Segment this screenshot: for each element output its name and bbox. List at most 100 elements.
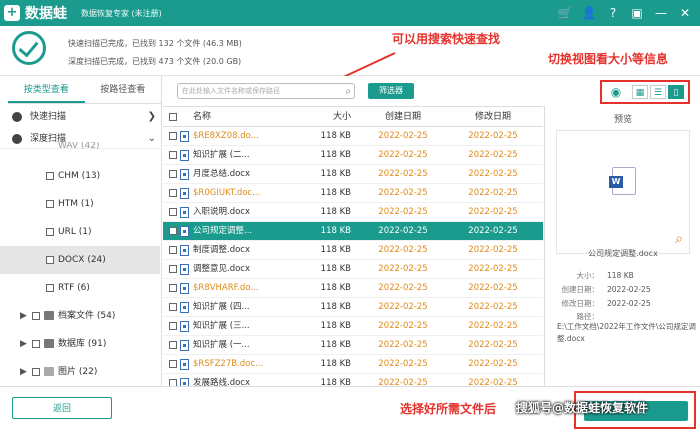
file-created: 2022-02-25 — [378, 131, 428, 141]
file-created: 2022-02-25 — [378, 340, 428, 350]
checkbox[interactable] — [46, 200, 54, 208]
expand-icon[interactable]: ▶ — [20, 330, 27, 358]
header-created[interactable]: 创建日期 — [363, 107, 443, 127]
row-checkbox[interactable] — [169, 336, 177, 355]
back-button[interactable]: 返回 — [12, 397, 112, 419]
header-name[interactable]: 名称 — [193, 107, 293, 127]
tree-quick-scan[interactable]: 快速扫描 ❯ — [0, 107, 162, 127]
table-row[interactable]: $R0GIUKT.doc... 118 KB 2022-02-25 2022-02-2… — [163, 184, 543, 203]
table-row[interactable]: 知识扩展 (二... 118 KB 2022-02-25 2022-02-25 — [163, 146, 543, 165]
folder-database[interactable]: ▶ 数据库 (91) — [0, 330, 160, 358]
docx-file-icon — [180, 131, 189, 142]
row-checkbox[interactable] — [169, 203, 177, 222]
table-row[interactable]: $RE8XZ08.do... 118 KB 2022-02-25 2022-02-25 — [163, 127, 543, 146]
expand-icon[interactable]: ▶ — [20, 302, 27, 330]
folder-archive[interactable]: ▶ 档案文件 (54) — [0, 302, 160, 330]
grid-view-icon[interactable]: ▦ — [632, 85, 648, 99]
table-row[interactable]: 调整意见.docx 118 KB 2022-02-25 2022-02-25 — [163, 260, 543, 279]
eye-icon[interactable]: ◉ — [608, 85, 624, 99]
type-item-rtf[interactable]: RTF (6) — [0, 274, 160, 302]
type-item-htm[interactable]: HTM (1) — [0, 190, 160, 218]
word-doc-icon: W — [609, 167, 636, 195]
file-created: 2022-02-25 — [378, 283, 428, 293]
row-checkbox[interactable] — [169, 260, 177, 279]
table-row[interactable]: 月度总结.docx 118 KB 2022-02-25 2022-02-25 — [163, 165, 543, 184]
file-modified: 2022-02-25 — [468, 188, 518, 198]
save-icon[interactable]: ▣ — [628, 4, 646, 22]
row-checkbox[interactable] — [169, 184, 177, 203]
app-name: 数据蛙 — [25, 6, 67, 22]
check-icon — [12, 134, 22, 144]
cart-icon[interactable]: 🛒 — [556, 4, 574, 22]
search-input[interactable]: 在此处输入文件名称或保存路径 ⌕ — [177, 83, 355, 99]
table-row[interactable]: 知识扩展 (一... 118 KB 2022-02-25 2022-02-25 — [163, 336, 543, 355]
row-checkbox[interactable] — [169, 279, 177, 298]
tab-by-path[interactable]: 按路径查看 — [85, 76, 162, 103]
meta-path-value: E:\工作文档\2022年工作文件\公司规定调整.docx — [557, 322, 696, 343]
table-row[interactable]: $R8VHARF.do... 118 KB 2022-02-25 2022-02-25 — [163, 279, 543, 298]
docx-file-icon — [180, 302, 189, 313]
file-modified: 2022-02-25 — [468, 245, 518, 255]
folder-images[interactable]: ▶ 图片 (22) — [0, 358, 160, 386]
checkbox[interactable] — [32, 368, 40, 376]
detail-view-icon[interactable]: ▯ — [668, 85, 684, 99]
checkbox[interactable] — [46, 256, 54, 264]
quick-scan-status: 快速扫描已完成，已找到 132 个文件 (46.3 MB) — [68, 39, 242, 48]
chevron-down-icon[interactable]: ⌄ — [148, 129, 156, 149]
list-view-icon[interactable]: ☰ — [650, 85, 666, 99]
file-name: $RE8XZ08.do... — [193, 131, 259, 141]
close-icon[interactable]: ✕ — [676, 4, 694, 22]
select-all-checkbox[interactable] — [169, 107, 177, 127]
type-item-docx[interactable]: DOCX (24) — [0, 246, 160, 274]
row-checkbox[interactable] — [169, 165, 177, 184]
minimize-icon[interactable]: — — [652, 4, 670, 22]
expand-icon[interactable]: ▶ — [20, 358, 27, 386]
row-checkbox[interactable] — [169, 146, 177, 165]
filter-button[interactable]: 筛选器 — [368, 83, 414, 99]
deep-scan-status: 深度扫描已完成，已找到 473 个文件 (20.0 GB) — [68, 57, 242, 66]
chevron-right-icon[interactable]: ❯ — [148, 107, 156, 127]
file-name: 公司规定调整... — [193, 226, 253, 236]
row-checkbox[interactable] — [169, 222, 177, 241]
docx-file-icon — [180, 169, 189, 180]
type-item-chm[interactable]: CHM (13) — [0, 162, 160, 190]
header-size[interactable]: 大小 — [295, 107, 351, 127]
zoom-icon[interactable]: ⌕ — [675, 231, 683, 247]
table-row[interactable]: 制度调整.docx 118 KB 2022-02-25 2022-02-25 — [163, 241, 543, 260]
file-name: 入职说明.docx — [193, 207, 251, 217]
preview-title: 预览 — [613, 115, 632, 125]
checkbox[interactable] — [32, 312, 40, 320]
header-modified[interactable]: 修改日期 — [453, 107, 533, 127]
user-icon[interactable]: 👤 — [580, 4, 598, 22]
search-icon[interactable]: ⌕ — [345, 85, 351, 99]
table-row[interactable]: 知识扩展 (四... 118 KB 2022-02-25 2022-02-25 — [163, 298, 543, 317]
file-modified: 2022-02-25 — [468, 302, 518, 312]
folder-label: 档案文件 (54) — [58, 311, 116, 321]
tab-by-type[interactable]: 按类型查看 — [8, 76, 85, 103]
docx-file-icon — [180, 188, 189, 199]
row-checkbox[interactable] — [169, 317, 177, 336]
checkbox[interactable] — [46, 284, 54, 292]
table-row[interactable]: 公司规定调整... 118 KB 2022-02-25 2022-02-25 — [163, 222, 543, 241]
type-label: RTF (6) — [58, 283, 90, 293]
type-label: CHM (13) — [58, 171, 101, 181]
help-icon[interactable]: ? — [604, 4, 622, 22]
table-row[interactable]: $RSFZ27B.doc... 118 KB 2022-02-25 2022-02-2… — [163, 355, 543, 374]
row-checkbox[interactable] — [169, 127, 177, 146]
row-checkbox[interactable] — [169, 241, 177, 260]
watermark: 搜狐号@数据蛙恢复软件 — [516, 401, 649, 415]
table-row[interactable]: 知识扩展 (三... 118 KB 2022-02-25 2022-02-25 — [163, 317, 543, 336]
file-name: $RSFZ27B.doc... — [193, 359, 264, 369]
checkbox[interactable] — [46, 228, 54, 236]
file-size: 118 KB — [320, 207, 351, 217]
type-item-url[interactable]: URL (1) — [0, 218, 160, 246]
checkbox[interactable] — [46, 172, 54, 180]
file-created: 2022-02-25 — [378, 321, 428, 331]
file-modified: 2022-02-25 — [468, 340, 518, 350]
preview-box: W ⌕ — [556, 130, 690, 254]
table-row[interactable]: 入职说明.docx 118 KB 2022-02-25 2022-02-25 — [163, 203, 543, 222]
row-checkbox[interactable] — [169, 298, 177, 317]
row-checkbox[interactable] — [169, 355, 177, 374]
checkbox[interactable] — [32, 340, 40, 348]
toolbar: 在此处输入文件名称或保存路径 ⌕ 筛选器 ◉ ▦ ☰ ▯ — [163, 76, 700, 106]
